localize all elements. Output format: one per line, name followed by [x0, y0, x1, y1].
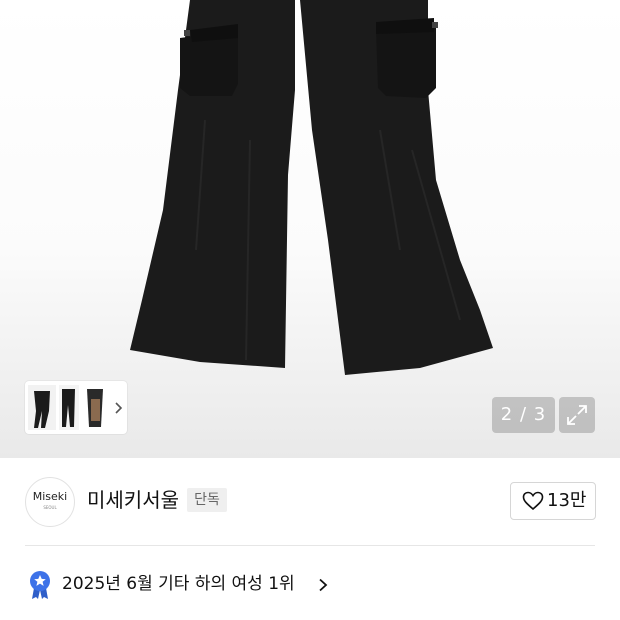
ranking-text: 2025년 6월 기타 하의 여성 1위 — [62, 574, 295, 594]
brand-logo-text: Miseki — [32, 490, 68, 503]
product-image-gallery[interactable]: 2 / 3 — [0, 0, 620, 458]
image-counter: 2 / 3 — [492, 397, 555, 433]
thumbnail-strip[interactable] — [25, 381, 127, 434]
brand-logo-subtext: SEOUL — [43, 505, 57, 510]
like-count: 13만 — [547, 490, 587, 511]
like-button[interactable]: 13만 — [510, 482, 596, 520]
expand-icon — [567, 405, 587, 425]
thumbnail-images — [28, 385, 123, 430]
brand-logo[interactable]: Miseki SEOUL — [25, 477, 75, 527]
brand-row: Miseki SEOUL 미세키서울 단독 13만 — [0, 458, 620, 546]
divider — [25, 545, 595, 546]
brand-name-link[interactable]: 미세키서울 — [87, 486, 179, 514]
chevron-right-icon — [319, 578, 328, 592]
chevron-right-icon — [115, 402, 123, 414]
ranking-link[interactable]: 2025년 6월 기타 하의 여성 1위 — [0, 556, 620, 616]
expand-button[interactable] — [559, 397, 595, 433]
exclusive-badge: 단독 — [187, 488, 227, 512]
ranking-medal-icon — [30, 571, 50, 599]
heart-outline-icon — [522, 491, 544, 511]
